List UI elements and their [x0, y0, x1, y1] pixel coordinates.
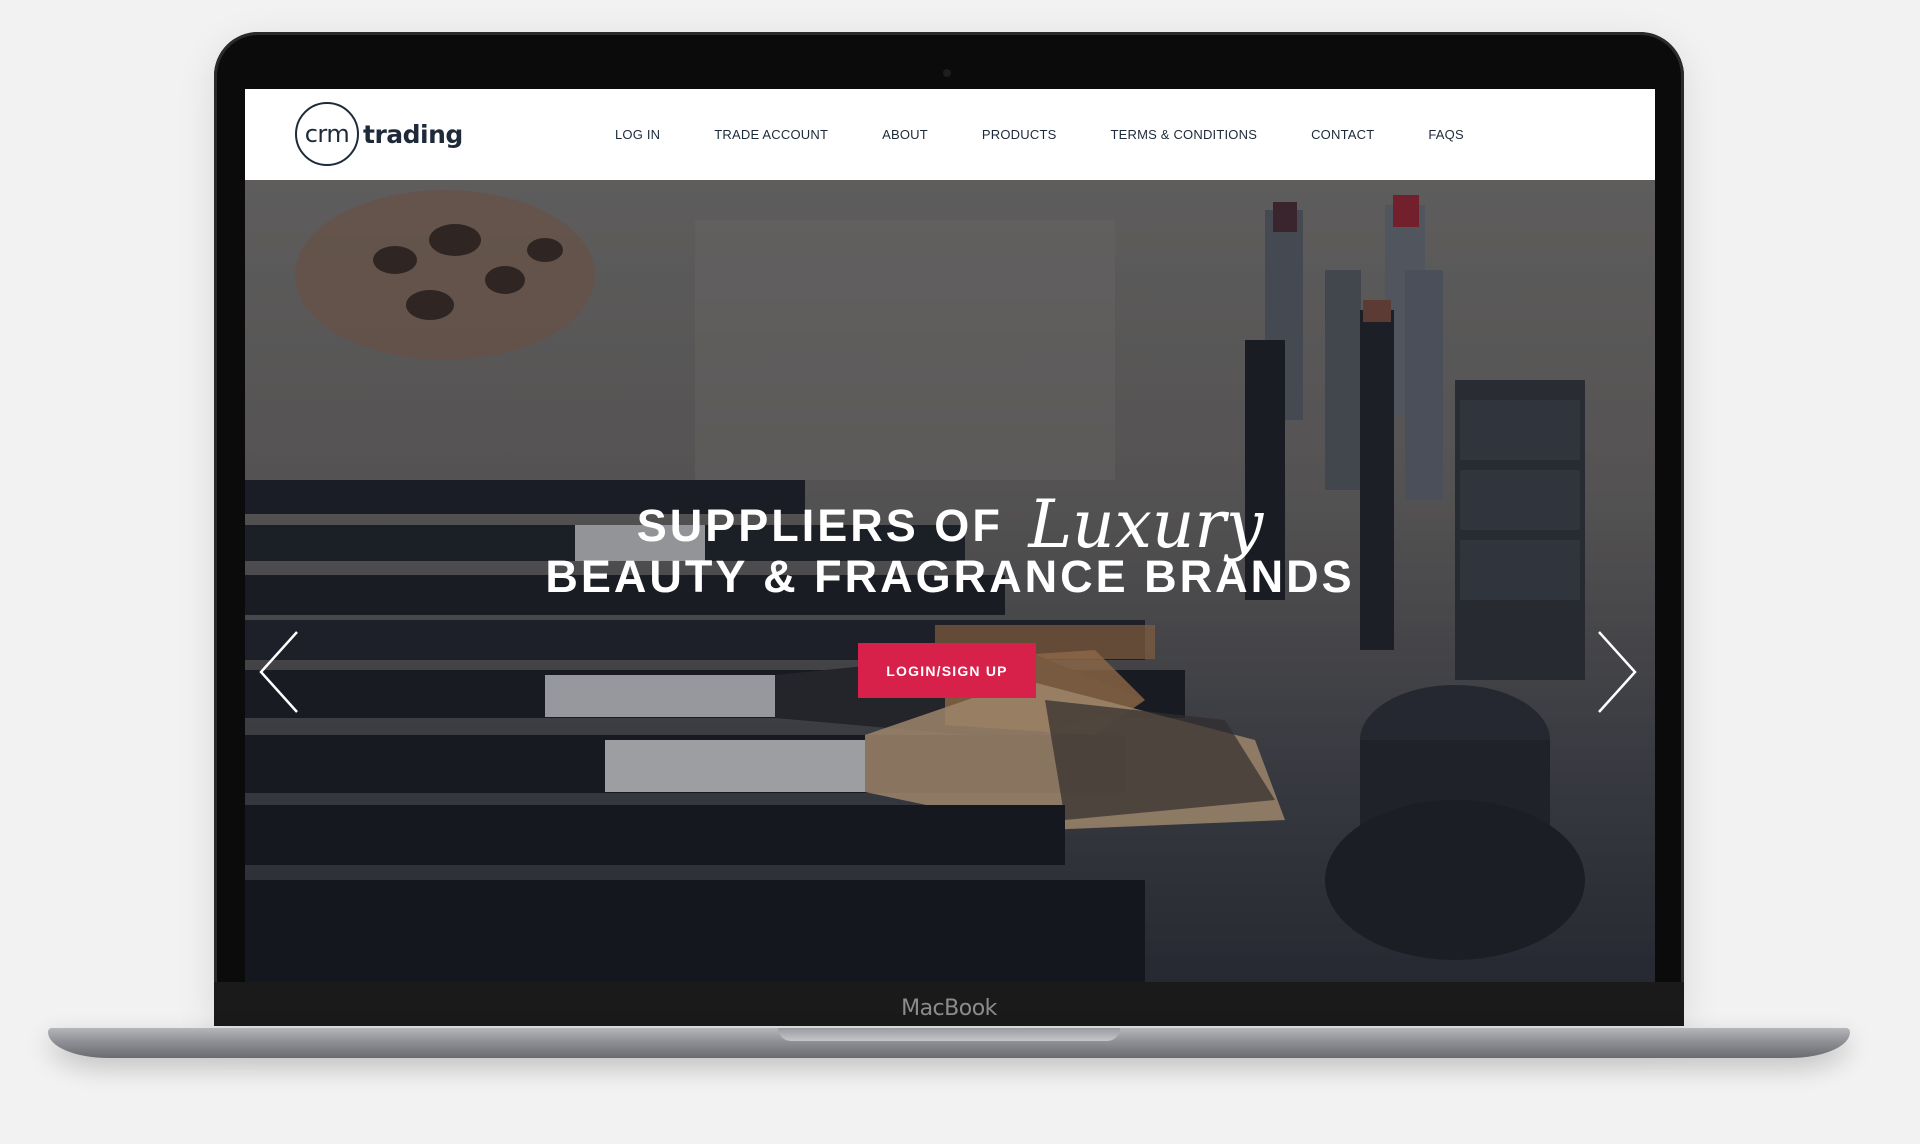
nav-terms-conditions[interactable]: TERMS & CONDITIONS — [1110, 127, 1257, 142]
login-signup-button[interactable]: LOGIN/SIGN UP — [858, 643, 1036, 698]
screen: crm trading LOG IN TRADE ACCOUNT ABOUT P… — [245, 89, 1655, 982]
logo[interactable]: crm trading — [295, 101, 463, 167]
chevron-left-icon[interactable] — [257, 630, 301, 714]
laptop-notch — [778, 1028, 1120, 1041]
main-nav: LOG IN TRADE ACCOUNT ABOUT PRODUCTS TERM… — [615, 89, 1518, 180]
device-brand-label: MacBook — [901, 996, 997, 1021]
nav-faqs[interactable]: FAQS — [1428, 127, 1463, 142]
logo-trading-text: trading — [363, 119, 463, 149]
hero-title-prefix: SUPPLIERS OF — [636, 500, 1003, 551]
nav-contact[interactable]: CONTACT — [1311, 127, 1374, 142]
nav-about[interactable]: ABOUT — [882, 127, 928, 142]
chevron-right-icon[interactable] — [1595, 630, 1639, 714]
camera-icon — [943, 69, 951, 77]
hero-title-line2: BEAUTY & FRAGRANCE BRANDS — [545, 551, 1355, 602]
nav-log-in[interactable]: LOG IN — [615, 127, 660, 142]
nav-products[interactable]: PRODUCTS — [982, 127, 1057, 142]
site-header: crm trading LOG IN TRADE ACCOUNT ABOUT P… — [245, 89, 1655, 180]
hero-slider: SUPPLIERS OF Luxury BEAUTY & FRAGRANCE B… — [245, 180, 1655, 982]
nav-trade-account[interactable]: TRADE ACCOUNT — [714, 127, 828, 142]
logo-crm-text: crm — [304, 120, 350, 148]
logo-circle: crm — [295, 102, 359, 166]
hero-title-line1: SUPPLIERS OF Luxury — [245, 480, 1655, 563]
